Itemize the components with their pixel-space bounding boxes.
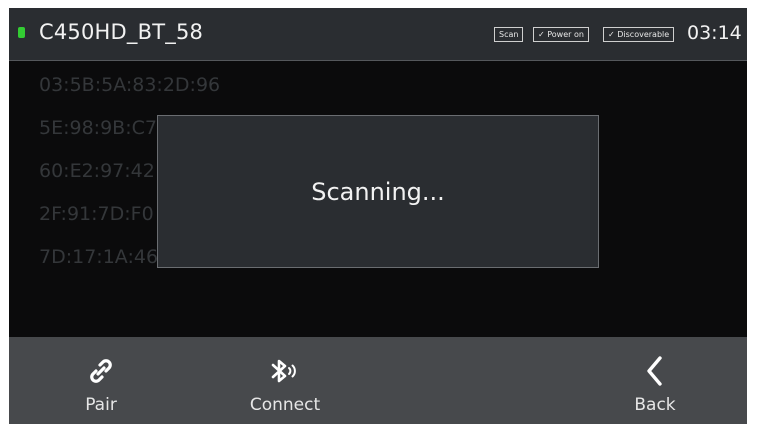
bluetooth-screen: C450HD_BT_58 Scan ✓ Power on ✓ Discovera…	[9, 8, 747, 424]
bluetooth-icon	[267, 355, 303, 387]
clock: 03:14	[687, 22, 742, 44]
top-bar: C450HD_BT_58 Scan ✓ Power on ✓ Discovera…	[9, 8, 747, 61]
back-label: Back	[634, 395, 676, 415]
pair-label: Pair	[85, 395, 117, 415]
power-on-indicator[interactable]: ✓ Power on	[533, 27, 589, 42]
scan-status-indicator[interactable]: Scan	[494, 27, 524, 42]
list-item[interactable]: 03:5B:5A:83:2D:96	[39, 74, 220, 117]
bottom-bar: Pair Connect Back	[9, 337, 747, 424]
chevron-left-icon	[643, 355, 667, 387]
link-icon	[86, 355, 116, 387]
back-button[interactable]: Back	[615, 337, 695, 424]
scanning-dialog: Scanning...	[157, 115, 599, 268]
pair-button[interactable]: Pair	[61, 337, 141, 424]
connect-button[interactable]: Connect	[235, 337, 335, 424]
connect-label: Connect	[249, 395, 321, 415]
device-name: C450HD_BT_58	[39, 20, 204, 44]
scanning-message: Scanning...	[311, 177, 445, 206]
bluetooth-status-icon	[18, 27, 25, 38]
discoverable-indicator[interactable]: ✓ Discoverable	[603, 27, 675, 42]
